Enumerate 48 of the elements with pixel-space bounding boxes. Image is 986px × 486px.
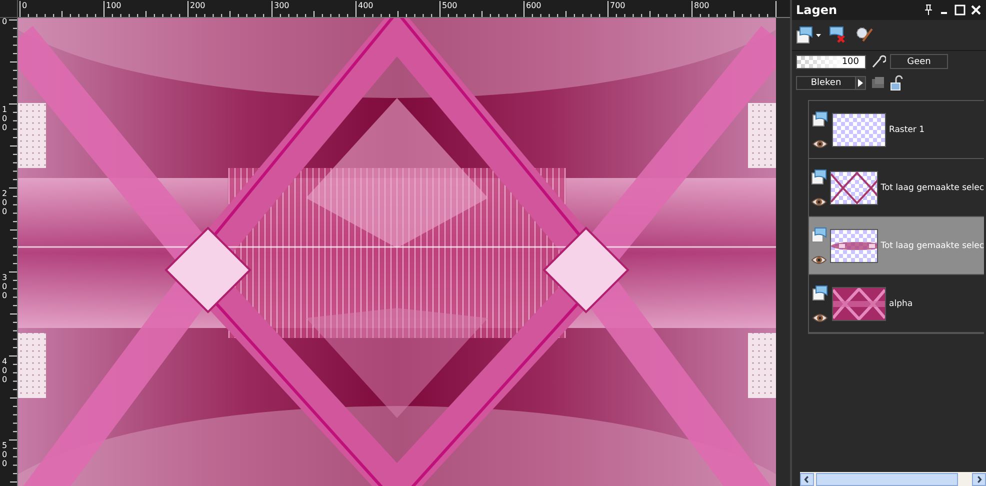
- ruler-label: 500: [442, 2, 458, 10]
- delete-layer-icon[interactable]: [828, 26, 848, 44]
- pin-icon[interactable]: [922, 4, 934, 16]
- ruler-label: 0: [22, 2, 28, 10]
- layer-row[interactable]: Tot laag gemaakte selec: [809, 159, 984, 217]
- blend-mode-dropdown[interactable]: Bleken: [796, 76, 866, 90]
- raster-layer-icon: [812, 284, 828, 300]
- ruler-label: 200: [2, 190, 8, 216]
- brush-icon[interactable]: [854, 26, 874, 44]
- layer-name: Tot laag gemaakte selec: [880, 182, 984, 192]
- eye-icon[interactable]: [812, 312, 828, 322]
- layer-thumbnail: [832, 112, 886, 146]
- new-layer-icon[interactable]: [796, 26, 822, 44]
- mask-field[interactable]: Geen: [890, 54, 948, 69]
- layer-name: Raster 1: [889, 124, 925, 134]
- ruler-label: 600: [526, 2, 542, 10]
- unlock-icon[interactable]: [890, 75, 904, 91]
- eye-icon[interactable]: [811, 254, 827, 264]
- layer-thumbnail: [832, 286, 886, 320]
- ruler-label: 0: [2, 18, 8, 27]
- ruler-label: 100: [106, 2, 122, 10]
- ruler-label: 300: [274, 2, 290, 10]
- ruler-label: 400: [358, 2, 374, 10]
- layer-row[interactable]: alpha: [809, 275, 984, 333]
- eye-icon[interactable]: [811, 196, 827, 206]
- layer-thumbnail: [830, 228, 878, 262]
- panel-title: Lagen: [796, 3, 838, 17]
- raster-layer-icon: [811, 226, 827, 242]
- arrow-icon: [855, 77, 865, 89]
- raster-layer-icon: [812, 110, 828, 126]
- ruler-label: 800: [694, 2, 710, 10]
- maximize-icon[interactable]: [954, 4, 966, 16]
- layer-name: alpha: [889, 298, 913, 308]
- layer-name: Tot laag gemaakte selec: [880, 240, 984, 250]
- opacity-field[interactable]: 100: [796, 54, 866, 68]
- layer-row[interactable]: Raster 1: [809, 101, 984, 159]
- raster-layer-icon: [811, 168, 827, 184]
- scrollbar-thumb[interactable]: [816, 472, 958, 486]
- layer-thumbnail: [830, 170, 878, 204]
- close-icon[interactable]: [970, 4, 982, 16]
- ruler-label: 500: [2, 442, 8, 468]
- ruler-label: 200: [190, 2, 206, 10]
- ruler-label: 700: [610, 2, 626, 10]
- eye-icon[interactable]: [812, 138, 828, 148]
- ruler-label: 400: [2, 358, 8, 384]
- ruler-label: 100: [2, 106, 8, 132]
- link-icon[interactable]: [870, 54, 886, 68]
- ruler-label: 300: [2, 274, 8, 300]
